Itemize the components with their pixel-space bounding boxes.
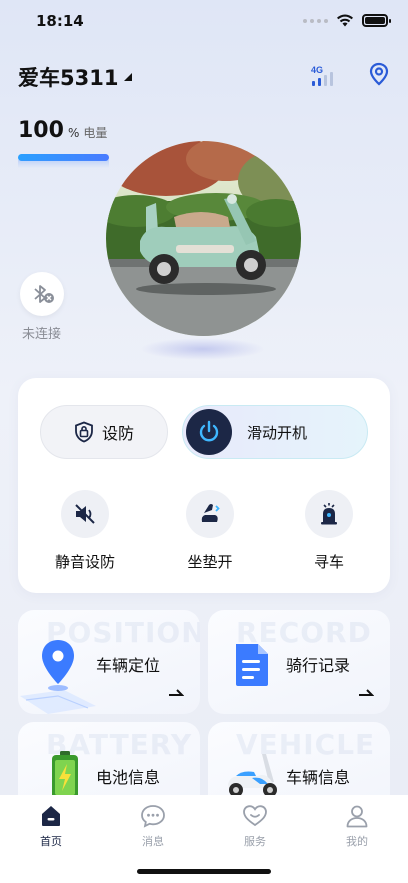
location-pin-icon[interactable] (368, 62, 390, 86)
bluetooth-disconnected-icon (34, 285, 54, 303)
seat-open-circle (186, 490, 234, 538)
feature-title: 电池信息 (96, 768, 161, 787)
find-car-icon (321, 503, 337, 525)
arrow-right-icon (169, 689, 184, 696)
mute-arm-icon (75, 504, 95, 524)
find-car-label: 寻车 (313, 553, 344, 571)
battery-percent-value: 100 (18, 118, 64, 143)
tab-label: 首页 (40, 835, 62, 848)
scooter-photo (106, 141, 301, 336)
seat-open-icon (201, 504, 220, 522)
tab-label: 服务 (244, 835, 266, 848)
find-car-circle (305, 490, 353, 538)
feature-card-vehicle-location[interactable]: POSITION 车辆定位 (18, 610, 200, 714)
vehicle-switch-caret-icon[interactable] (124, 73, 132, 81)
shield-lock-icon (75, 421, 93, 443)
wifi-icon (337, 14, 353, 27)
cellular-dots-icon (303, 18, 328, 23)
heart-service-icon (243, 805, 267, 827)
battery-label: 电量 (83, 126, 108, 140)
scooter-icon (228, 754, 277, 797)
status-time: 18:14 (36, 12, 84, 30)
power-icon (199, 420, 219, 442)
feature-title: 车辆信息 (286, 768, 351, 787)
slide-to-start-label: 滑动开机 (247, 424, 308, 442)
header: 爱车5311 4G (18, 60, 390, 92)
network-4g-icon: 4G (311, 65, 333, 86)
bluetooth-status-label: 未连接 (22, 327, 62, 342)
battery-percent-display: 100 % 电量 (18, 118, 107, 143)
seat-open-label: 坐垫开 (187, 553, 233, 571)
arm-button-label: 设防 (101, 424, 134, 443)
slide-knob[interactable] (186, 409, 232, 455)
arrow-right-icon (359, 689, 374, 696)
status-icons (303, 14, 391, 27)
tab-home[interactable]: 首页 (21, 803, 81, 849)
home-icon (42, 806, 60, 826)
feature-card-ride-record[interactable]: RECORD 骑行记录 (208, 610, 390, 714)
tab-service[interactable]: 服务 (225, 803, 285, 849)
tab-label: 我的 (346, 835, 368, 848)
battery-percent-unit: % (67, 126, 80, 140)
tab-profile[interactable]: 我的 (327, 803, 387, 849)
home-indicator (137, 869, 271, 874)
photo-shadow (140, 338, 265, 360)
user-icon (346, 805, 368, 828)
status-bar: 18:14 (0, 0, 408, 44)
network-label: 4G (311, 65, 323, 75)
mute-arm-circle (61, 490, 109, 538)
status-battery-icon (362, 14, 391, 27)
slide-to-start-slider[interactable]: 滑动开机 (182, 405, 368, 459)
feature-title: 骑行记录 (286, 656, 351, 675)
mute-arm-label: 静音设防 (54, 553, 115, 571)
tab-messages[interactable]: 消息 (123, 803, 183, 849)
document-icon (236, 644, 268, 686)
feature-title: 车辆定位 (96, 656, 161, 675)
control-card: 设防 滑动开机 静音设防 坐垫开 寻车 (18, 378, 390, 593)
vehicle-name[interactable]: 爱车5311 (18, 62, 118, 92)
map-pin-icon (20, 640, 96, 714)
find-car-button[interactable]: 寻车 (284, 490, 374, 572)
arm-button[interactable]: 设防 (40, 405, 168, 459)
bluetooth-button[interactable] (20, 272, 64, 316)
battery-bar-glow (18, 160, 109, 168)
seat-open-button[interactable]: 坐垫开 (165, 490, 255, 572)
battery-icon (52, 751, 78, 799)
tab-label: 消息 (142, 835, 164, 848)
mute-arm-button[interactable]: 静音设防 (40, 490, 130, 572)
message-icon (141, 805, 165, 828)
